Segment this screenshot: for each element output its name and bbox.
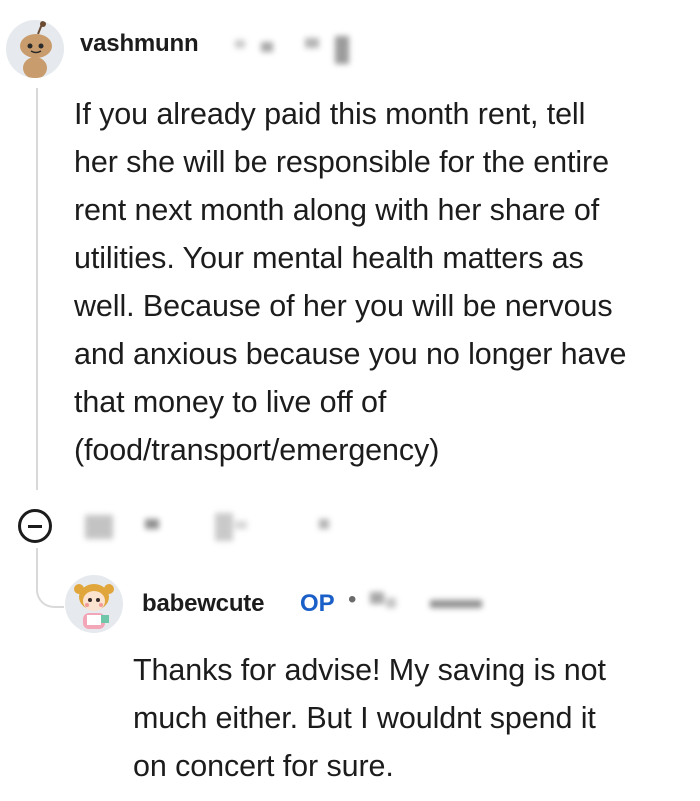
avatar[interactable]	[65, 575, 123, 633]
redacted-meta	[370, 588, 490, 623]
comment-body-line: well. Because of her you will be nervous	[74, 289, 613, 323]
op-badge: OP	[300, 590, 335, 617]
comment-body-line: rent next month along with her share of	[74, 193, 600, 227]
reply-body: Thanks for advise! My saving is not much…	[133, 646, 693, 790]
redacted-meta	[235, 34, 355, 73]
snoo-avatar-icon	[6, 20, 64, 78]
reply-body-line: much either. But I wouldnt spend it	[133, 701, 596, 735]
comment-username[interactable]: vashmunn	[80, 30, 199, 58]
reply-body-line: Thanks for advise! My saving is not	[133, 653, 606, 687]
redacted-actions	[85, 507, 345, 552]
thread-line-reply-connector	[36, 548, 64, 608]
comment-body: If you already paid this month rent, tel…	[74, 90, 694, 474]
collapse-minus-icon[interactable]	[18, 509, 52, 543]
comment-body-line: and anxious because you no longer have	[74, 337, 627, 371]
comment-body-line: that money to live off of	[74, 385, 387, 419]
reply-body-line: on concert for sure.	[133, 749, 394, 783]
avatar[interactable]	[6, 20, 64, 78]
comment-body-line: If you already paid this month rent, tel…	[74, 97, 586, 131]
comment-body-line: utilities. Your mental health matters as	[74, 241, 584, 275]
thread-line[interactable]	[36, 88, 38, 490]
reply-username[interactable]: babewcute	[142, 590, 264, 618]
anime-girl-avatar-icon	[65, 575, 123, 633]
comment-body-line: her she will be responsible for the enti…	[74, 145, 609, 179]
comment-body-line: (food/transport/emergency)	[74, 433, 440, 467]
meta-separator: •	[348, 586, 357, 613]
